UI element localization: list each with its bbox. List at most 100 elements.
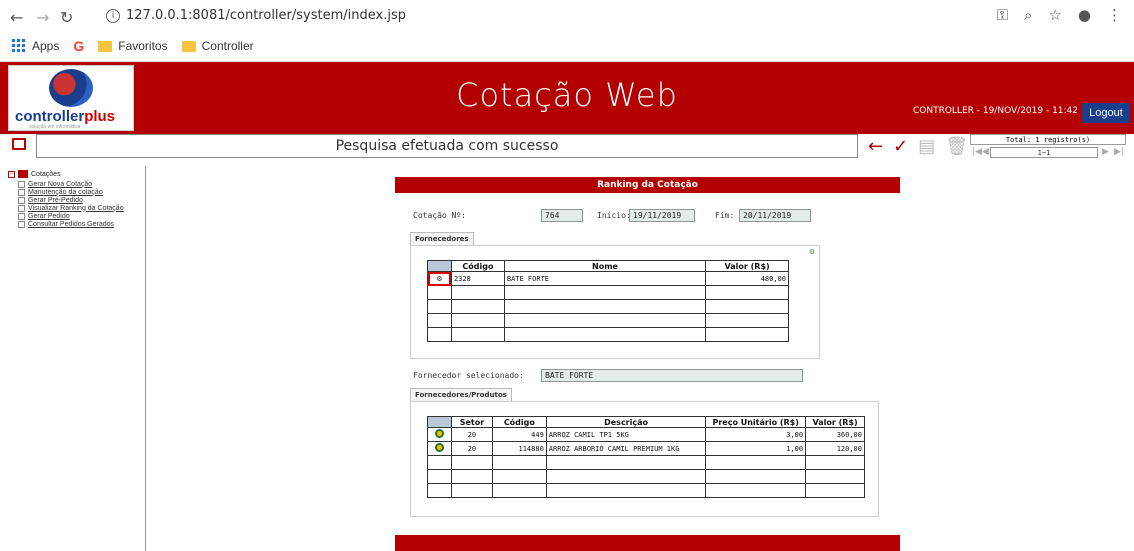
cell-descricao: ARROZ CAMIL TP1 5KG bbox=[545, 427, 707, 442]
table-header-icon-col bbox=[427, 260, 452, 272]
cotacao-field: 764 bbox=[541, 209, 583, 222]
collapse-icon[interactable]: − bbox=[8, 170, 15, 178]
address-bar[interactable]: i 127.0.0.1:8081/controller/system/index.… bbox=[106, 4, 986, 28]
document-icon bbox=[18, 180, 25, 188]
cell-descricao: ARROZ ARBORIO CAMIL PREMIUM 1KG bbox=[545, 441, 707, 456]
document-icon bbox=[18, 220, 25, 228]
pager: Total: 1 registro(s) |◀ ◀ 1~1 ▶ ▶| bbox=[968, 134, 1130, 160]
cell-codigo: 114880 bbox=[491, 441, 547, 456]
browser-chrome: ← → ↻ i 127.0.0.1:8081/controller/system/… bbox=[0, 0, 1134, 62]
fim-field: 20/11/2019 bbox=[739, 209, 811, 222]
pager-total: Total: 1 registro(s) bbox=[970, 134, 1126, 145]
sidebar-item-label: Consultar Pedidos Gerados bbox=[28, 220, 114, 228]
sidebar-item-gerar-nova-cotacao[interactable]: Gerar Nova Cotação bbox=[18, 180, 124, 188]
bookmark-controller[interactable]: Controller bbox=[181, 39, 254, 53]
table-header: Código bbox=[450, 260, 505, 272]
tab-fornecedores[interactable]: Fornecedores bbox=[410, 232, 474, 245]
cell-setor: 20 bbox=[450, 427, 493, 442]
product-icon[interactable] bbox=[434, 443, 444, 452]
document-icon bbox=[18, 204, 25, 212]
new-record-icon[interactable] bbox=[12, 138, 26, 150]
cell-codigo: 2328 bbox=[450, 271, 505, 286]
sidebar: − Cotações Gerar Nova Cotação Manutenção… bbox=[0, 166, 146, 551]
table-row bbox=[427, 285, 789, 300]
tree-root-cotacoes[interactable]: − Cotações bbox=[8, 170, 61, 178]
table-header: Código bbox=[491, 416, 547, 428]
table-header: Valor (R$) bbox=[705, 260, 789, 272]
supplier-detail-icon[interactable]: ⚙ bbox=[435, 274, 444, 283]
sidebar-item-label: Visualizar Ranking da Cotação bbox=[28, 204, 124, 212]
delete-icon: 🗑 bbox=[945, 136, 969, 157]
panel-title: Ranking da Cotação bbox=[395, 177, 900, 193]
pager-range: 1~1 bbox=[990, 147, 1098, 158]
document-icon bbox=[18, 188, 25, 196]
sidebar-item-label: Gerar Nova Cotação bbox=[28, 180, 93, 188]
sidebar-item-manutencao-cotacao[interactable]: Manutenção da cotação bbox=[18, 188, 124, 196]
info-icon[interactable]: i bbox=[106, 8, 120, 23]
confirm-icon[interactable]: ✓ bbox=[893, 136, 908, 157]
cell-nome: BATE FORTE bbox=[503, 271, 707, 286]
sidebar-item-gerar-pre-pedido[interactable]: Gerar Pré-Pedido bbox=[18, 196, 124, 204]
product-icon-cell[interactable] bbox=[427, 427, 452, 442]
document-icon bbox=[18, 196, 25, 204]
table-header: Preço Unitário (R$) bbox=[705, 416, 807, 428]
settings-icon[interactable]: ⚙ bbox=[809, 248, 815, 256]
table-row bbox=[427, 299, 789, 314]
app-header: controllerplus solução em informática Co… bbox=[0, 62, 1134, 134]
table-header: Valor (R$) bbox=[805, 416, 865, 428]
toolbar: Pesquisa efetuada com sucesso ← ✓ ▤ 🗑 To… bbox=[0, 134, 1134, 160]
bookmark-label: Apps bbox=[32, 39, 60, 53]
inicio-label: Início: bbox=[597, 211, 631, 220]
sidebar-item-gerar-pedido[interactable]: Gerar Pedido bbox=[18, 212, 124, 220]
cotacao-label: Cotação Nº: bbox=[413, 211, 466, 220]
back-arrow-icon[interactable]: ← bbox=[868, 136, 883, 157]
ranking-panel: Ranking da Cotação Cotação Nº: 764 Iníci… bbox=[395, 177, 900, 551]
produtos-table: Setor Código Descrição Preço Unitário (R… bbox=[427, 416, 865, 498]
key-icon[interactable]: ⚿ bbox=[997, 6, 1008, 24]
cell-setor: 20 bbox=[450, 441, 493, 456]
cell-valor: 120,00 bbox=[805, 441, 865, 456]
status-message: Pesquisa efetuada com sucesso bbox=[36, 134, 858, 158]
star-icon[interactable]: ☆ bbox=[1048, 6, 1061, 24]
table-row[interactable]: 20 449 ARROZ CAMIL TP1 5KG 3,00 360,00 bbox=[427, 427, 865, 442]
table-row[interactable]: ⚙ 2328 BATE FORTE 480,00 bbox=[427, 271, 789, 286]
table-header: Setor bbox=[450, 416, 493, 428]
back-icon[interactable]: ← bbox=[10, 8, 23, 27]
cell-valor: 480,00 bbox=[705, 271, 789, 286]
last-page-icon[interactable]: ▶| bbox=[1114, 147, 1124, 157]
table-header: Nome bbox=[503, 260, 707, 272]
account-icon[interactable]: ● bbox=[1078, 6, 1091, 24]
sidebar-item-consultar-pedidos[interactable]: Consultar Pedidos Gerados bbox=[18, 220, 124, 228]
table-header: Descrição bbox=[545, 416, 707, 428]
url-text: 127.0.0.1:8081/controller/system/index.j… bbox=[126, 8, 406, 23]
table-header-icon-col bbox=[427, 416, 452, 428]
document-icon bbox=[18, 212, 25, 220]
next-page-icon[interactable]: ▶ bbox=[1102, 147, 1109, 157]
bookmark-favoritos[interactable]: Favoritos bbox=[98, 39, 168, 53]
reload-icon[interactable]: ↻ bbox=[60, 8, 73, 27]
sidebar-item-label: Gerar Pedido bbox=[28, 212, 70, 220]
tree-root-label: Cotações bbox=[31, 170, 61, 178]
product-icon-cell[interactable] bbox=[427, 441, 452, 456]
apps-grid-icon bbox=[12, 39, 26, 53]
inicio-field: 19/11/2019 bbox=[629, 209, 695, 222]
first-page-icon[interactable]: |◀ bbox=[972, 147, 982, 157]
menu-icon[interactable]: ⋮ bbox=[1107, 6, 1122, 24]
folder-icon bbox=[18, 170, 28, 178]
select-supplier-cell[interactable]: ⚙ bbox=[427, 271, 452, 286]
user-info: CONTROLLER - 19/NOV/2019 - 11:42 bbox=[912, 106, 1078, 116]
table-row[interactable]: 20 114880 ARROZ ARBORIO CAMIL PREMIUM 1K… bbox=[427, 441, 865, 456]
zoom-icon[interactable]: ⌕ bbox=[1024, 6, 1032, 24]
bookmark-google[interactable]: G bbox=[73, 38, 84, 54]
folder-icon bbox=[98, 40, 113, 52]
prev-page-icon[interactable]: ◀ bbox=[982, 147, 989, 157]
tab-fornecedores-produtos[interactable]: Fornecedores/Produtos bbox=[410, 388, 512, 401]
logout-button[interactable]: Logout bbox=[1082, 103, 1130, 123]
logo-subtitle: solução em informática bbox=[29, 124, 81, 130]
bookmark-apps[interactable]: Apps bbox=[12, 39, 59, 53]
forward-icon[interactable]: → bbox=[36, 8, 49, 27]
table-row bbox=[427, 483, 865, 498]
sidebar-item-visualizar-ranking[interactable]: Visualizar Ranking da Cotação bbox=[18, 204, 124, 212]
product-icon[interactable] bbox=[434, 429, 444, 438]
table-row bbox=[427, 455, 865, 470]
